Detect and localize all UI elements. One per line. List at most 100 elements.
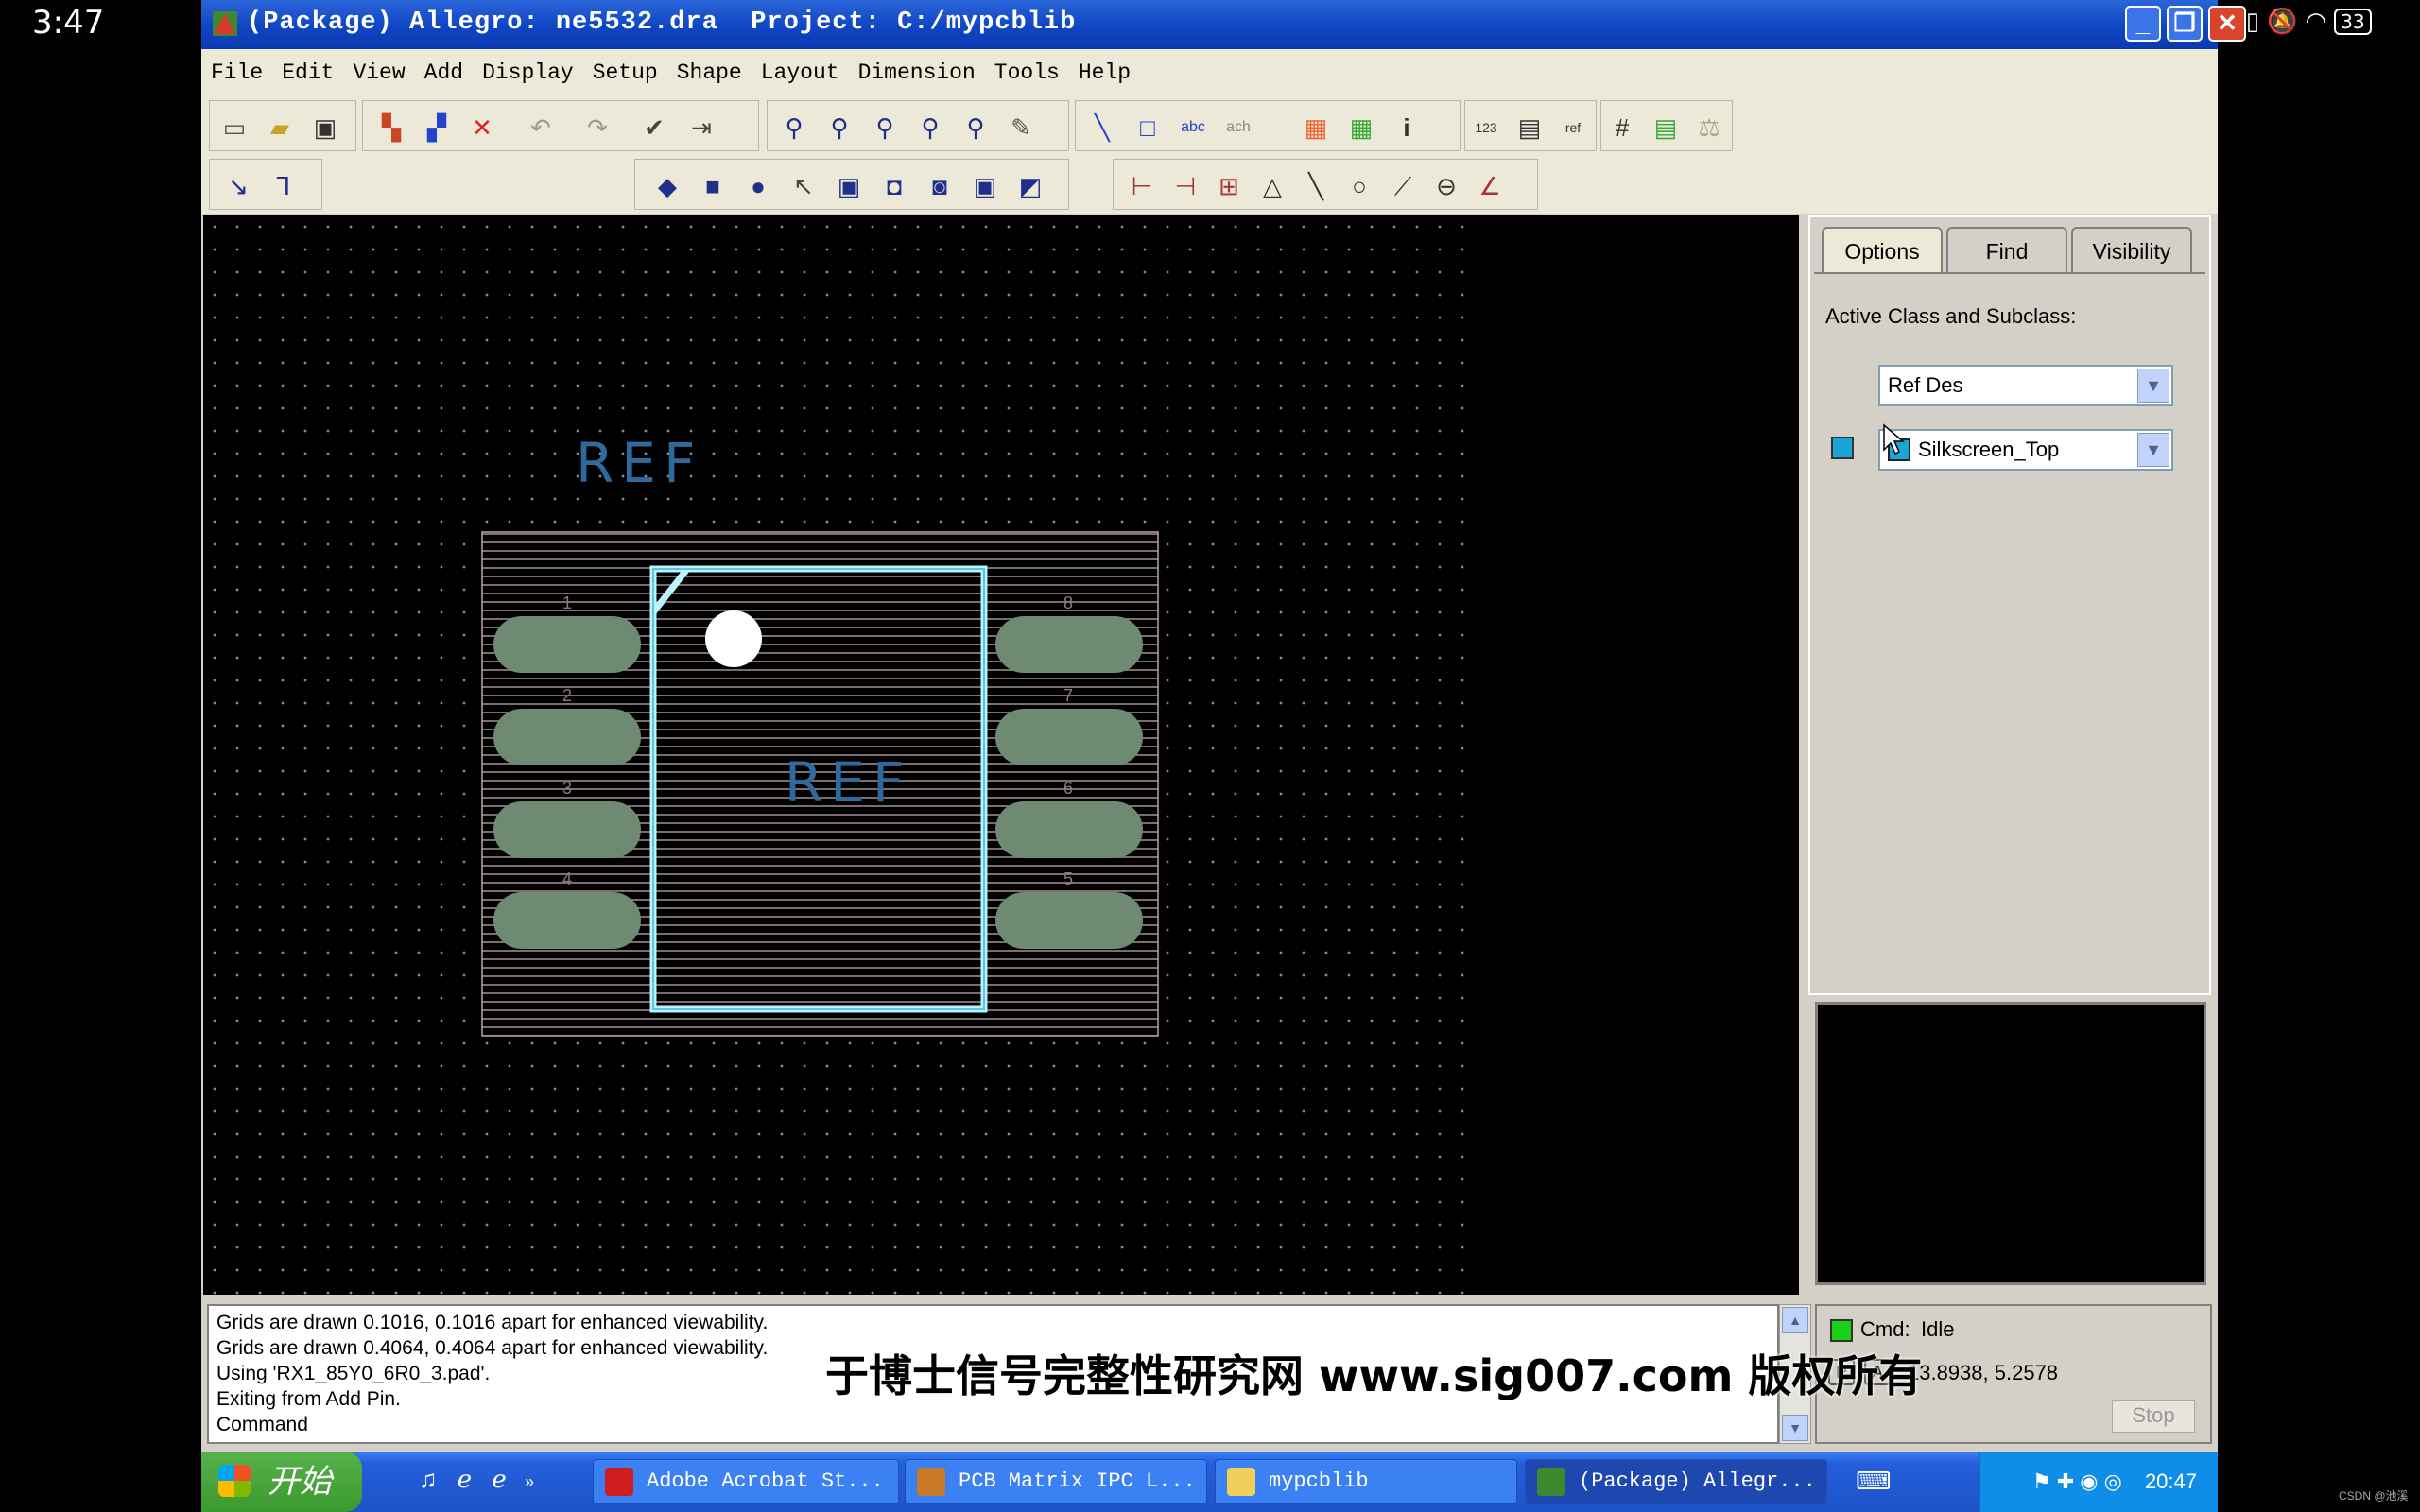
move-icon[interactable]: ▚ <box>374 111 408 145</box>
new-file-icon[interactable]: ▭ <box>217 111 251 145</box>
undo-icon[interactable]: ↶ <box>524 111 558 145</box>
dim-chamfer-icon[interactable]: ∠ <box>1473 169 1507 203</box>
color-icon[interactable]: ▦ <box>1299 111 1333 145</box>
redo-icon[interactable]: ↷ <box>580 111 614 145</box>
shape-circle-icon[interactable]: ● <box>741 169 775 203</box>
scroll-down-icon[interactable]: ▼ <box>1782 1415 1808 1441</box>
system-tray: ⚑ ✚ ◉ ◎ 20:47 <box>1979 1452 2218 1512</box>
acrobat-icon <box>605 1468 633 1496</box>
clock: 20:47 <box>2144 1469 2197 1493</box>
dim-leader-icon[interactable]: ╲ <box>1299 169 1333 203</box>
task-pcb-matrix[interactable]: PCB Matrix IPC L... <box>905 1459 1207 1504</box>
save-icon[interactable]: ▣ <box>308 111 342 145</box>
scroll-up-icon[interactable]: ▲ <box>1782 1307 1808 1333</box>
dim-ordinate-icon[interactable]: ⊞ <box>1212 169 1246 203</box>
film-icon[interactable]: ▤ <box>1512 111 1547 145</box>
menu-view[interactable]: View <box>353 60 405 85</box>
redraw-icon[interactable]: ✎ <box>1004 111 1038 145</box>
more-icon[interactable]: » <box>525 1472 534 1491</box>
void-poly-icon[interactable]: ◘ <box>877 169 911 203</box>
delete-icon[interactable]: ✕ <box>465 111 499 145</box>
browser-icon[interactable]: ℯ <box>492 1465 506 1493</box>
menu-setup[interactable]: Setup <box>593 60 658 85</box>
keyboard-icon[interactable]: ⌨ <box>1856 1467 1892 1496</box>
world-view-window[interactable] <box>1815 1002 2206 1285</box>
menu-layout[interactable]: Layout <box>761 60 839 85</box>
design-canvas[interactable]: REF REF 1 2 3 4 8 7 6 5 <box>203 215 1799 1295</box>
shape-rect-icon[interactable]: ■ <box>696 169 730 203</box>
task-allegro[interactable]: (Package) Allegr... <box>1525 1459 1827 1504</box>
select-shape-icon[interactable]: ↖ <box>786 169 821 203</box>
restore-button[interactable]: ❐ <box>2167 6 2203 42</box>
subclass-select[interactable]: Silkscreen_Top ▼ <box>1878 429 2173 471</box>
add-line-icon[interactable]: ╲ <box>1085 111 1119 145</box>
cancel-icon[interactable]: ⇥ <box>684 111 718 145</box>
task-folder[interactable]: mypcblib <box>1215 1459 1517 1504</box>
stop-button[interactable]: Stop <box>2112 1400 2195 1433</box>
chevron-down-icon[interactable]: ▼ <box>2137 433 2169 467</box>
route-icon[interactable]: ↘ <box>221 169 255 203</box>
manual-void-icon[interactable]: ▣ <box>832 169 866 203</box>
cmd-status-led <box>1830 1319 1853 1342</box>
zoom-fit-icon[interactable]: ⚲ <box>822 111 856 145</box>
pad-3 <box>493 801 641 858</box>
title-bar[interactable]: (Package) Allegro: ne5532.dra Project: C… <box>201 0 2246 49</box>
tab-find[interactable]: Find <box>1946 227 2067 272</box>
dim-linear-icon[interactable]: ⊢ <box>1125 169 1159 203</box>
console-line: Grids are drawn 0.1016, 0.1016 apart for… <box>216 1312 769 1333</box>
zoom-previous-icon[interactable]: ⚲ <box>959 111 993 145</box>
menu-dimension[interactable]: Dimension <box>858 60 976 85</box>
grid-icon[interactable]: # <box>1605 111 1639 145</box>
zoom-in-icon[interactable]: ⚲ <box>868 111 902 145</box>
class-select[interactable]: Ref Des ▼ <box>1878 365 2173 406</box>
layer-stack-icon[interactable]: ▤ <box>1649 111 1683 145</box>
minimize-button[interactable]: _ <box>2125 6 2161 42</box>
shape-edit-icon[interactable]: ◩ <box>1013 169 1047 203</box>
phone-time: 3:47 <box>32 4 105 42</box>
info-icon[interactable]: i <box>1390 111 1424 145</box>
tray-icons[interactable]: ⚑ ✚ ◉ ◎ <box>2032 1469 2122 1493</box>
copy-icon[interactable]: ▞ <box>420 111 454 145</box>
cmd-label: Cmd: <box>1860 1317 1910 1341</box>
tab-visibility[interactable]: Visibility <box>2071 227 2192 272</box>
wifi-icon: ◠ <box>2305 8 2327 36</box>
subclass-color-swatch[interactable] <box>1831 437 1854 459</box>
secondary-toolbar: ↘ ⅂ ◆ ■ ● ↖ ▣ ◘ ◙ ▣ ◩ ⊢ ⊣ ⊞ △ ╲ ○ ⟋ ⊖ ∠ <box>201 155 2218 214</box>
dim-diameter-icon[interactable]: ⊖ <box>1429 169 1463 203</box>
pin-label: 4 <box>562 869 573 888</box>
start-button[interactable]: 开始 <box>201 1452 362 1512</box>
class-select-value: Ref Des <box>1888 373 1963 397</box>
ie-icon[interactable]: ℯ <box>458 1465 472 1493</box>
open-folder-icon[interactable]: ▰ <box>263 111 297 145</box>
dim-angular-icon[interactable]: △ <box>1255 169 1289 203</box>
scale-icon[interactable]: ⚖ <box>1692 111 1726 145</box>
menu-display[interactable]: Display <box>482 60 574 85</box>
tab-options[interactable]: Options <box>1822 227 1943 272</box>
menu-tools[interactable]: Tools <box>994 60 1060 85</box>
done-icon[interactable]: ✔ <box>637 111 671 145</box>
void-rect-icon[interactable]: ◙ <box>923 169 957 203</box>
dim-datum-icon[interactable]: ⊣ <box>1168 169 1202 203</box>
media-icon[interactable]: ♫ <box>419 1465 438 1493</box>
menu-edit[interactable]: Edit <box>282 60 334 85</box>
zoom-points-icon[interactable]: ⚲ <box>777 111 811 145</box>
menu-shape[interactable]: Shape <box>677 60 742 85</box>
chevron-down-icon[interactable]: ▼ <box>2137 369 2169 403</box>
shape-poly-icon[interactable]: ◆ <box>650 169 684 203</box>
pin-number-icon[interactable]: 123 <box>1469 111 1503 145</box>
task-acrobat[interactable]: Adobe Acrobat St... <box>593 1459 899 1504</box>
dim-balloon-icon[interactable]: ⟋ <box>1386 169 1420 203</box>
change-text-icon[interactable]: ach <box>1221 111 1255 145</box>
close-button[interactable]: ✕ <box>2208 6 2246 42</box>
add-rect-icon[interactable]: □ <box>1131 111 1165 145</box>
menu-help[interactable]: Help <box>1079 60 1131 85</box>
slide-icon[interactable]: ⅂ <box>267 169 301 203</box>
menu-add[interactable]: Add <box>424 60 463 85</box>
add-text-icon[interactable]: abc <box>1176 111 1210 145</box>
void-circle-icon[interactable]: ▣ <box>968 169 1002 203</box>
dim-radius-icon[interactable]: ○ <box>1342 169 1376 203</box>
menu-file[interactable]: File <box>211 60 263 85</box>
layers-icon[interactable]: ▦ <box>1344 111 1378 145</box>
refdes-icon[interactable]: ref <box>1556 111 1590 145</box>
zoom-out-icon[interactable]: ⚲ <box>913 111 947 145</box>
